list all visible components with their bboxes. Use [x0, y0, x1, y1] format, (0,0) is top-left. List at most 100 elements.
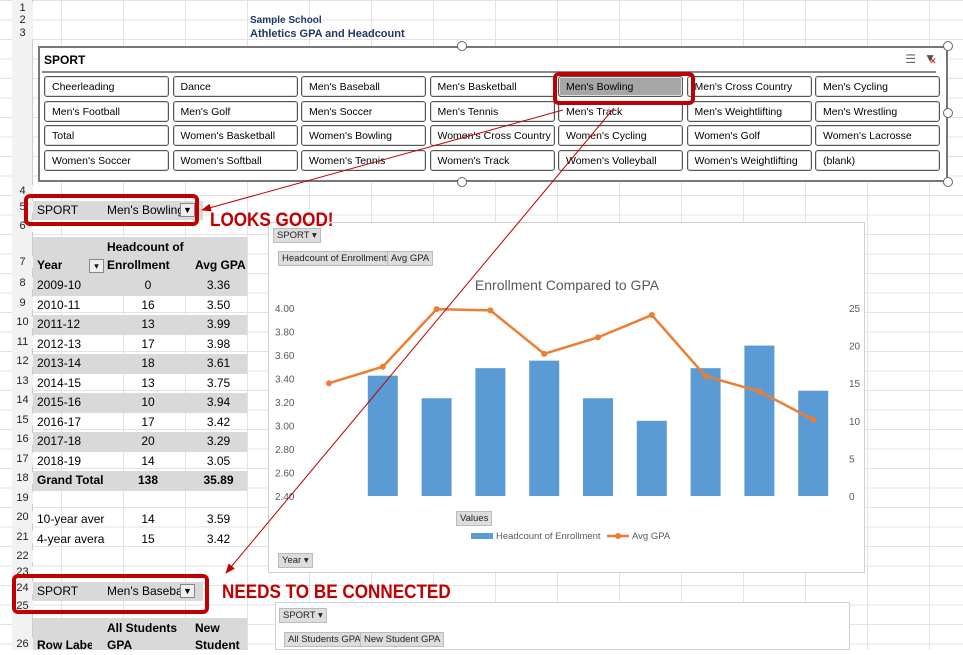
row-number[interactable]: 7 [12, 256, 33, 268]
row-number[interactable]: 20 [12, 511, 33, 523]
chart2-sport-filter-button[interactable]: SPORT ▾ [279, 608, 327, 623]
row-number[interactable]: 3 [12, 27, 33, 39]
multi-select-icon[interactable]: ☰ [905, 52, 916, 66]
row-number[interactable]: 13 [12, 375, 33, 387]
slicer-item[interactable]: Women's Basketball [172, 125, 298, 146]
gpa-cell[interactable]: 3.99 [190, 315, 247, 334]
slicer-item[interactable]: Men's Golf [172, 100, 298, 122]
slicer-item[interactable]: Women's Tennis [301, 149, 426, 171]
gpa-cell[interactable]: 3.42 [190, 413, 247, 432]
slicer-item[interactable]: Women's Soccer [44, 149, 169, 171]
gpa-cell[interactable]: 3.61 [190, 354, 247, 373]
headcount-cell[interactable]: 17 [107, 413, 189, 432]
slicer-item[interactable]: Women's Volleyball [558, 149, 683, 171]
chart-values-button[interactable]: Values [456, 511, 493, 526]
chart-year-filter-button[interactable]: Year ▾ [278, 553, 313, 568]
slicer-item[interactable]: Cheerleading [44, 76, 169, 97]
slicer-item[interactable]: Men's Cycling [815, 76, 940, 97]
row-label[interactable]: 2010-11 [37, 296, 105, 315]
headcount-cell[interactable]: 18 [107, 354, 189, 373]
row-number[interactable]: 26 [12, 638, 33, 650]
slicer-item[interactable]: Women's Cross Country [429, 125, 555, 146]
row-number[interactable]: 1 [12, 2, 33, 14]
slicer-item[interactable]: Women's Track [429, 149, 555, 171]
gpa-cell[interactable]: 35.89 [190, 471, 247, 490]
row-label[interactable]: 2014-15 [37, 374, 105, 393]
slicer-item[interactable]: Men's Wrestling [815, 100, 940, 122]
chart2-field-all[interactable]: All Students GPA [284, 632, 365, 647]
row-label[interactable]: 4-year average [37, 530, 105, 549]
gpa-cell[interactable]: 3.75 [190, 374, 247, 393]
slicer-item[interactable]: Dance [172, 76, 298, 97]
row-label[interactable]: Grand Total [37, 471, 105, 490]
headcount-cell[interactable]: 138 [107, 471, 189, 490]
headcount-cell[interactable]: 14 [107, 452, 189, 471]
slicer-item[interactable]: (blank) [815, 149, 940, 171]
headcount-cell[interactable]: 17 [107, 335, 189, 354]
row-label[interactable]: 2013-14 [37, 354, 105, 373]
row-label[interactable]: 2017-18 [37, 432, 105, 451]
gpa-cell[interactable]: 3.98 [190, 335, 247, 354]
row-number[interactable]: 2 [12, 14, 33, 26]
row-label[interactable]: 2018-19 [37, 452, 105, 471]
row-number[interactable]: 15 [12, 414, 33, 426]
slicer-item[interactable]: Women's Golf [686, 125, 812, 146]
row-number[interactable]: 14 [12, 394, 33, 406]
gpa-cell[interactable]: 3.05 [190, 452, 247, 471]
slicer-item[interactable]: Women's Cycling [558, 125, 683, 146]
slicer-item[interactable]: Total [44, 125, 169, 146]
row-label[interactable]: 2009-10 [37, 276, 105, 295]
slicer-item[interactable]: Men's Basketball [429, 76, 555, 97]
row-number[interactable]: 21 [12, 531, 33, 543]
headcount-cell[interactable]: 14 [107, 510, 189, 529]
resize-handle[interactable] [943, 177, 953, 187]
slicer-item[interactable]: Men's Tennis [429, 100, 555, 122]
gpa-cell[interactable]: 3.42 [190, 530, 247, 549]
row-number[interactable]: 12 [12, 355, 33, 367]
slicer-item[interactable]: Men's Weightlifting [686, 100, 812, 122]
year-filter-icon[interactable]: ▾ [89, 259, 104, 273]
gpa-cell[interactable]: 3.29 [190, 432, 247, 451]
headcount-cell[interactable]: 0 [107, 276, 189, 295]
row-label[interactable]: 2016-17 [37, 413, 105, 432]
row-number[interactable]: 11 [12, 336, 33, 348]
gpa-cell[interactable]: 3.50 [190, 296, 247, 315]
slicer-item[interactable]: Women's Weightlifting [686, 149, 812, 171]
row-number[interactable]: 19 [12, 492, 33, 504]
row-number[interactable]: 16 [12, 433, 33, 445]
slicer-item[interactable]: Men's Soccer [301, 100, 426, 122]
row-number[interactable]: 17 [12, 453, 33, 465]
sport-slicer[interactable]: SPORT ☰ ▼ ✕ Cheerleading Dance Men's Baseba… [38, 46, 948, 182]
row-number[interactable]: 8 [12, 277, 33, 289]
row-label[interactable]: 2011-12 [37, 315, 105, 334]
slicer-item[interactable]: Men's Cross Country [686, 76, 812, 97]
gpa-cell[interactable]: 3.36 [190, 276, 247, 295]
resize-handle[interactable] [943, 108, 953, 118]
headcount-cell[interactable]: 13 [107, 374, 189, 393]
clear-filter-icon[interactable]: ▼ ✕ [924, 51, 937, 66]
gpa-cell[interactable]: 3.59 [190, 510, 247, 529]
row-label[interactable]: 10-year average [37, 510, 105, 529]
resize-handle[interactable] [457, 41, 467, 51]
slicer-item[interactable]: Women's Softball [172, 149, 298, 171]
row-label[interactable]: 2015-16 [37, 393, 105, 412]
gpa-cell[interactable]: 3.94 [190, 393, 247, 412]
row-number[interactable]: 10 [12, 316, 33, 328]
chart-field-avg-gpa[interactable]: Avg GPA [387, 251, 434, 266]
resize-handle[interactable] [457, 177, 467, 187]
slicer-item[interactable]: Women's Bowling [301, 125, 426, 146]
headcount-cell[interactable]: 13 [107, 315, 189, 334]
chart-field-headcount[interactable]: Headcount of Enrollment [278, 251, 391, 266]
row-number[interactable]: 18 [12, 472, 33, 484]
headcount-cell[interactable]: 20 [107, 432, 189, 451]
slicer-item[interactable]: Women's Lacrosse [815, 125, 940, 146]
slicer-item[interactable]: Men's Baseball [301, 76, 426, 97]
pivot-chart-2[interactable]: SPORT ▾ All Students GPA New Student GPA [275, 602, 850, 650]
resize-handle[interactable] [943, 41, 953, 51]
row-number[interactable]: 22 [12, 550, 33, 562]
chart2-field-new[interactable]: New Student GPA [360, 632, 445, 647]
row-label[interactable]: 2012-13 [37, 335, 105, 354]
headcount-cell[interactable]: 15 [107, 530, 189, 549]
headcount-cell[interactable]: 10 [107, 393, 189, 412]
pivot-chart[interactable]: Enrollment Compared to GPA 4.00 3.80 3.60 3.… [268, 222, 865, 573]
